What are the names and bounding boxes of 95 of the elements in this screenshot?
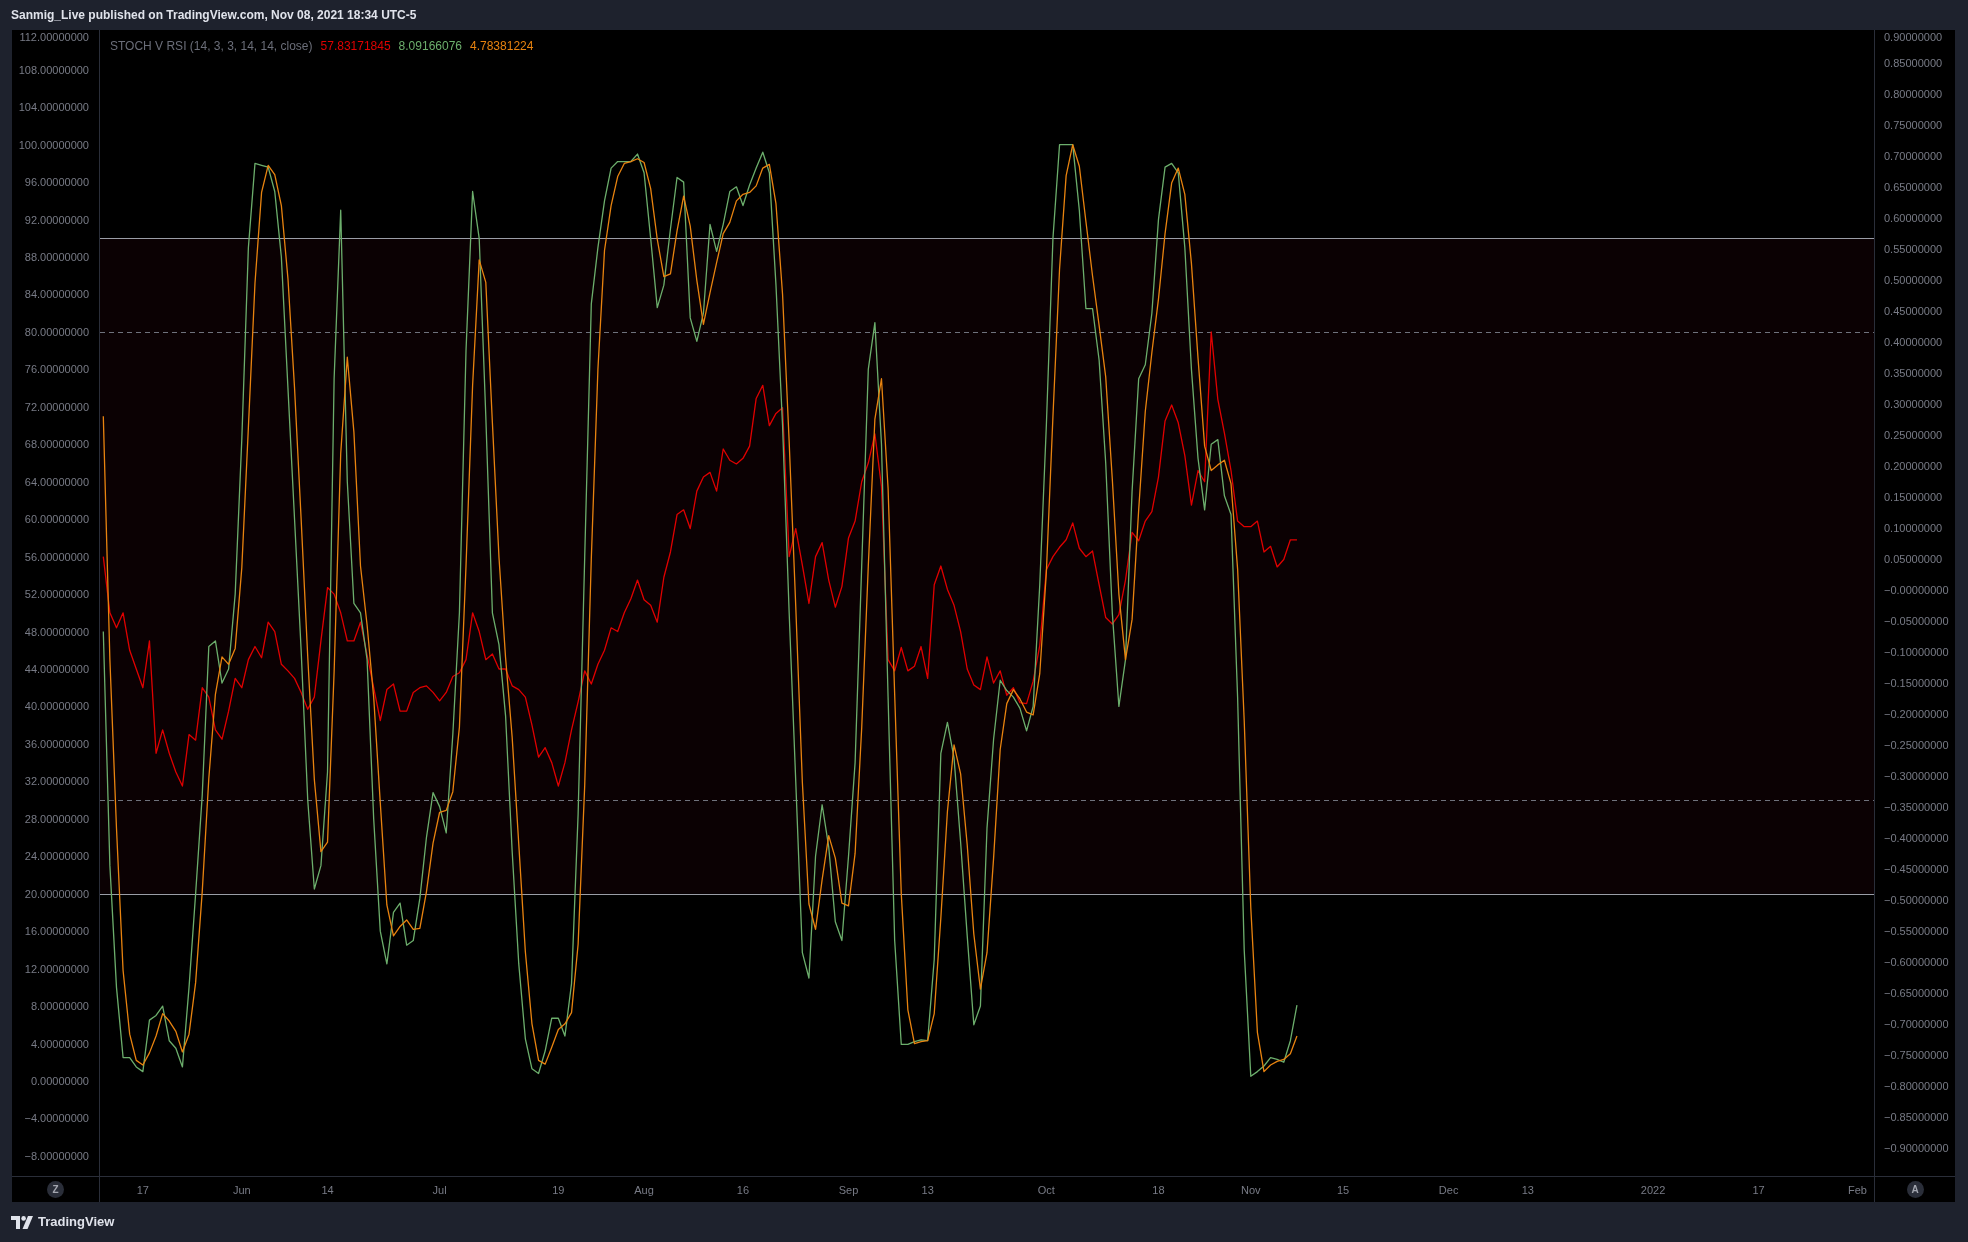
y-axis-label: 0.80000000 (1884, 87, 1943, 101)
indicator-value: 4.78381224 (470, 39, 534, 54)
y-axis-label: −0.60000000 (1884, 955, 1949, 969)
x-axis-label: Dec (1438, 1183, 1459, 1196)
y-axis-label: 0.85000000 (1884, 56, 1943, 70)
y-axis-label: −0.15000000 (1884, 676, 1949, 690)
y-axis-label: 52.00000000 (24, 587, 89, 601)
y-axis-label: 88.00000000 (24, 250, 89, 264)
indicator-title: STOCH V RSI (14, 3, 3, 14, 14, close) (110, 39, 313, 54)
y-axis-label: 12.00000000 (24, 962, 89, 976)
y-axis-label: 96.00000000 (24, 175, 89, 189)
y-axis-label: 48.00000000 (24, 625, 89, 639)
y-axis-label: 112.00000000 (19, 30, 89, 44)
y-axis-label: −0.80000000 (1884, 1079, 1949, 1093)
y-axis-label: −0.30000000 (1884, 769, 1949, 783)
y-axis-label: 0.70000000 (1884, 149, 1943, 163)
y-axis-label: 0.90000000 (1884, 30, 1943, 44)
y-axis-label: −0.75000000 (1884, 1048, 1949, 1062)
x-axis-label: Aug (634, 1183, 654, 1196)
y-axis-label: 32.00000000 (24, 774, 89, 788)
y-axis-label: −0.10000000 (1884, 645, 1949, 659)
y-axis-label: −0.65000000 (1884, 986, 1949, 1000)
axis-button[interactable]: Z (47, 1181, 64, 1198)
y-axis-label: 40.00000000 (24, 699, 89, 713)
y-axis-label: 24.00000000 (24, 849, 89, 863)
y-axis-label: 8.00000000 (30, 999, 89, 1013)
y-axis-label: 60.00000000 (24, 512, 89, 526)
y-axis-label: 0.60000000 (1884, 211, 1943, 225)
y-axis-label: −0.50000000 (1884, 893, 1949, 907)
y-axis-label: −0.70000000 (1884, 1017, 1949, 1031)
y-axis-label: −0.90000000 (1884, 1141, 1949, 1155)
x-axis-label: 15 (1337, 1183, 1350, 1196)
y-axis-label: −0.35000000 (1884, 800, 1949, 814)
y-axis-label: 0.30000000 (1884, 397, 1943, 411)
y-axis-label: 0.45000000 (1884, 304, 1943, 318)
y-axis-label: 36.00000000 (24, 737, 89, 751)
y-axis-label: −0.00000000 (1884, 583, 1949, 597)
x-axis-label: Jun (232, 1183, 251, 1196)
indicator-value: 8.09166076 (398, 39, 462, 54)
x-axis-label: 17 (136, 1183, 149, 1196)
x-axis-label: 2022 (1640, 1183, 1666, 1196)
logo-icon (11, 1215, 33, 1229)
y-axis-label: 0.05000000 (1884, 552, 1943, 566)
y-axis-label: 0.25000000 (1884, 428, 1943, 442)
y-axis-label: 76.00000000 (24, 362, 89, 376)
x-axis-label: Nov (1241, 1183, 1261, 1196)
y-axis-label: −0.45000000 (1884, 862, 1949, 876)
y-axis-label: 80.00000000 (24, 325, 89, 339)
y-axis-label: −0.25000000 (1884, 738, 1949, 752)
indicator-value: 57.83171845 (320, 39, 391, 54)
x-axis-label: 18 (1152, 1183, 1165, 1196)
y-axis-label: −0.40000000 (1884, 831, 1949, 845)
brand-name: TradingView (38, 1213, 115, 1232)
y-axis-label: 84.00000000 (24, 288, 89, 301)
y-axis-label: 44.00000000 (24, 662, 89, 676)
x-axis-label: Sep (838, 1183, 859, 1196)
y-axis-label: 0.35000000 (1884, 366, 1943, 380)
y-axis-label: 0.75000000 (1884, 118, 1943, 132)
y-axis-label: −0.20000000 (1884, 707, 1949, 721)
x-axis-label: 16 (736, 1183, 750, 1196)
y-axis-label: 100.00000000 (18, 138, 89, 152)
y-axis-label: 104.00000000 (18, 100, 89, 114)
x-axis-label: 14 (321, 1183, 334, 1196)
x-axis-label: 17 (1752, 1183, 1765, 1196)
y-axis-label: 64.00000000 (24, 475, 89, 489)
x-axis-label: Jul (432, 1183, 447, 1196)
x-axis-label: Oct (1037, 1183, 1055, 1196)
y-axis-label: 0.55000000 (1884, 242, 1943, 256)
axis-button[interactable]: A (1906, 1181, 1924, 1198)
y-axis-label: 0.40000000 (1884, 335, 1943, 349)
y-axis-label: 68.00000000 (24, 437, 89, 451)
y-axis-label: −8.00000000 (24, 1149, 89, 1163)
y-axis-label: 0.65000000 (1884, 180, 1943, 194)
x-axis-label: 13 (921, 1183, 934, 1196)
y-axis-label: 4.00000000 (30, 1037, 89, 1050)
publish-info: Sanmig_Live published on TradingView.com, Nov 08, 2021 18:34 UTC-5 (11, 7, 417, 24)
x-axis-label: 19 (552, 1183, 565, 1196)
y-axis-label: 20.00000000 (24, 887, 89, 901)
y-axis-label: 16.00000000 (24, 924, 89, 938)
x-axis-label: Feb (1848, 1183, 1867, 1196)
y-axis-label: 0.15000000 (1884, 490, 1943, 504)
y-axis-label: 56.00000000 (24, 550, 89, 564)
y-axis-label: −0.85000000 (1884, 1110, 1949, 1124)
y-axis-label: 0.00000000 (30, 1074, 89, 1088)
x-axis-label: 13 (1521, 1183, 1534, 1196)
y-axis-label: 0.50000000 (1884, 273, 1943, 287)
y-axis-label: −0.05000000 (1884, 614, 1949, 628)
y-axis-label: 92.00000000 (24, 213, 89, 227)
y-axis-label: −4.00000000 (24, 1111, 89, 1125)
y-axis-label: 72.00000000 (24, 400, 89, 414)
y-axis-label: 0.10000000 (1884, 521, 1943, 535)
y-axis-label: 108.00000000 (18, 63, 89, 77)
y-axis-label: −0.55000000 (1884, 924, 1949, 938)
y-axis-label: 0.20000000 (1884, 459, 1943, 473)
y-axis-label: 28.00000000 (24, 812, 89, 826)
